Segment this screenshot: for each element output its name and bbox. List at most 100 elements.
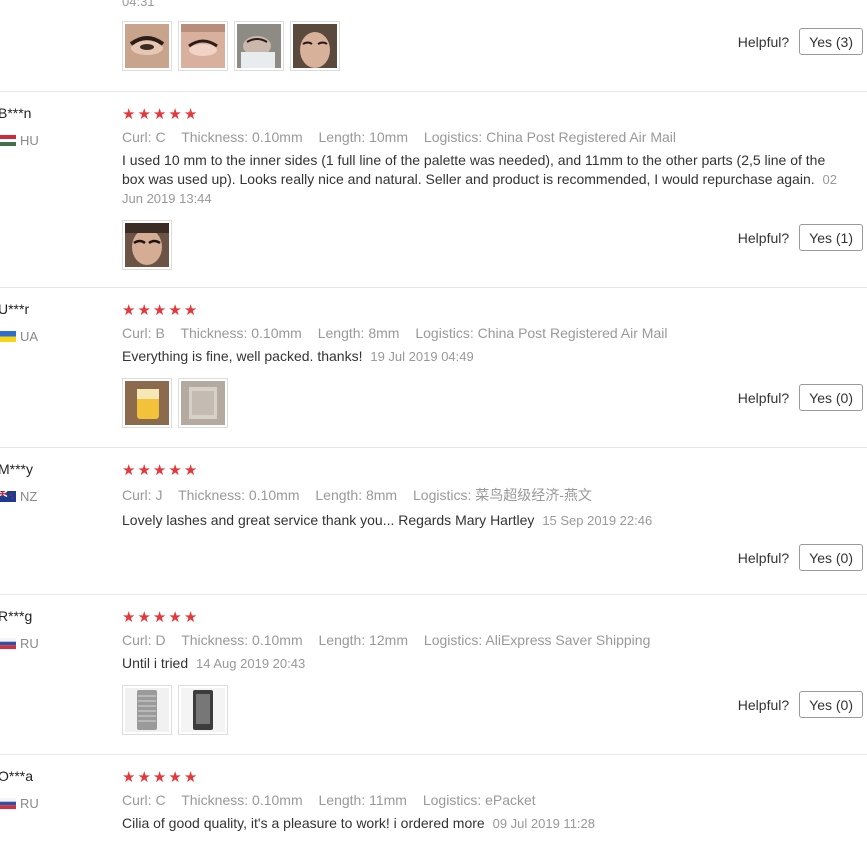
curl-value: J [155, 487, 163, 503]
star-icon: ★ [152, 106, 167, 123]
curl-label: Curl: [122, 792, 152, 808]
star-icon: ★ [183, 609, 198, 626]
reviewer-name: M***y [0, 461, 34, 477]
review-content: ★ ★ ★ ★ ★ Curl: C Thickness: 0.10mm Length: … [122, 770, 847, 834]
review-photo-thumb[interactable] [178, 21, 228, 71]
logistics-value: ePacket [485, 792, 536, 808]
star-icon: ★ [152, 462, 167, 479]
thickness-value: 0.10mm [252, 632, 303, 648]
length-label: Length: [315, 487, 363, 503]
star-icon: ★ [137, 302, 151, 319]
logistics-value: China Post Registered Air Mail [477, 325, 668, 341]
reviewer-name: O***a [0, 768, 34, 784]
star-icon: ★ [168, 302, 182, 319]
star-icon: ★ [122, 609, 136, 626]
review-timestamp: 04:31 [122, 0, 155, 9]
curl-value: D [155, 632, 166, 648]
review-text: Until i tried 14 Aug 2019 20:43 [122, 654, 846, 674]
reviewer-country: HU [0, 133, 39, 148]
review-photo-thumb[interactable] [122, 684, 172, 735]
star-rating: ★ ★ ★ ★ ★ [122, 303, 847, 319]
star-rating: ★ ★ ★ ★ ★ [122, 107, 847, 123]
review-photo-thumb[interactable] [234, 21, 284, 71]
review-photo-thumb[interactable] [122, 219, 172, 270]
review-photo-thumb[interactable] [178, 684, 228, 735]
product-attributes: Curl: D Thickness: 0.10mm Length: 12mm L… [122, 632, 847, 648]
review-timestamp: 09 Jul 2019 11:28 [492, 816, 595, 831]
star-icon: ★ [137, 462, 151, 479]
helpful-section: Helpful? Yes (3) [738, 28, 863, 55]
review-text: Lovely lashes and great service thank yo… [122, 511, 846, 531]
country-code: NZ [20, 489, 38, 504]
helpful-section: Helpful? Yes (0) [738, 691, 863, 718]
russia-flag-icon [0, 638, 16, 649]
length-label: Length: [318, 632, 366, 648]
reviewer-name: U***r [0, 301, 30, 317]
star-icon: ★ [168, 106, 182, 123]
helpful-label: Helpful? [737, 696, 790, 713]
star-icon: ★ [183, 462, 198, 479]
logistics-value: AliExpress Saver Shipping [485, 632, 651, 648]
star-icon: ★ [137, 609, 151, 626]
logistics-label: Logistics: [415, 325, 474, 341]
curl-label: Curl: [122, 487, 152, 503]
thickness-label: Thickness: [178, 487, 246, 503]
review-item: B***n HU ★ ★ ★ ★ ★ Curl: C Thickness: 0.10mm… [0, 91, 867, 287]
review-photos [122, 21, 340, 71]
curl-value: C [155, 129, 166, 145]
review-photo-thumb[interactable] [290, 21, 340, 71]
reviewer-country: NZ [0, 489, 37, 504]
logistics-value: 菜鸟超级经济-燕文 [475, 487, 592, 503]
helpful-label: Helpful? [737, 229, 790, 246]
helpful-section: Helpful? Yes (1) [738, 224, 863, 251]
length-label: Length: [318, 129, 366, 145]
star-rating: ★ ★ ★ ★ ★ [122, 463, 847, 479]
review-photo-thumb[interactable] [122, 21, 172, 71]
logistics-label: Logistics: [413, 487, 472, 503]
review-body: Cilia of good quality, it's a pleasure t… [122, 815, 485, 831]
helpful-yes-button[interactable]: Yes (0) [799, 691, 863, 718]
helpful-yes-button[interactable]: Yes (3) [799, 28, 863, 55]
review-photo-thumb[interactable] [122, 377, 172, 428]
russia-flag-icon [0, 798, 16, 809]
helpful-yes-button[interactable]: Yes (1) [799, 224, 863, 251]
product-attributes: Curl: C Thickness: 0.10mm Length: 10mm L… [122, 129, 847, 145]
thickness-value: 0.10mm [251, 325, 302, 341]
review-item: U***r UA ★ ★ ★ ★ ★ Curl: B Thickness: 0.10mm… [0, 287, 867, 447]
length-value: 10mm [369, 129, 409, 145]
review-timestamp: 15 Sep 2019 22:46 [542, 513, 653, 528]
reviewer-country: RU [0, 796, 39, 811]
star-icon: ★ [122, 106, 136, 123]
helpful-label: Helpful? [737, 549, 790, 566]
logistics-value: China Post Registered Air Mail [486, 129, 677, 145]
helpful-section: Helpful? Yes (0) [738, 384, 863, 411]
star-icon: ★ [122, 769, 136, 786]
product-attributes: Curl: B Thickness: 0.10mm Length: 8mm Lo… [122, 325, 847, 341]
logistics-label: Logistics: [423, 632, 483, 648]
ukraine-flag-icon [0, 331, 16, 342]
review-body: Everything is fine, well packed. thanks! [122, 348, 363, 364]
star-icon: ★ [183, 769, 198, 786]
star-icon: ★ [137, 106, 151, 123]
star-icon: ★ [137, 769, 151, 786]
thickness-label: Thickness: [180, 325, 248, 341]
product-attributes: Curl: C Thickness: 0.10mm Length: 11mm L… [122, 792, 847, 808]
review-body: Lovely lashes and great service thank yo… [122, 512, 535, 528]
thickness-value: 0.10mm [252, 129, 303, 145]
review-text: Everything is fine, well packed. thanks!… [122, 347, 846, 367]
helpful-yes-button[interactable]: Yes (0) [799, 384, 863, 411]
helpful-section: Helpful? Yes (0) [738, 544, 863, 571]
review-photo-thumb[interactable] [178, 377, 228, 428]
country-code: RU [20, 796, 39, 811]
star-icon: ★ [183, 302, 198, 319]
star-icon: ★ [168, 769, 182, 786]
review-timestamp: 14 Aug 2019 20:43 [196, 656, 306, 671]
length-value: 8mm [365, 487, 398, 503]
length-value: 12mm [369, 632, 409, 648]
curl-value: C [155, 792, 166, 808]
reviewer-country: RU [0, 636, 39, 651]
review-content: ★ ★ ★ ★ ★ Curl: J Thickness: 0.10mm Length: … [122, 463, 847, 531]
curl-label: Curl: [122, 632, 152, 648]
review-timestamp: 19 Jul 2019 04:49 [370, 349, 474, 364]
helpful-yes-button[interactable]: Yes (0) [799, 544, 863, 571]
